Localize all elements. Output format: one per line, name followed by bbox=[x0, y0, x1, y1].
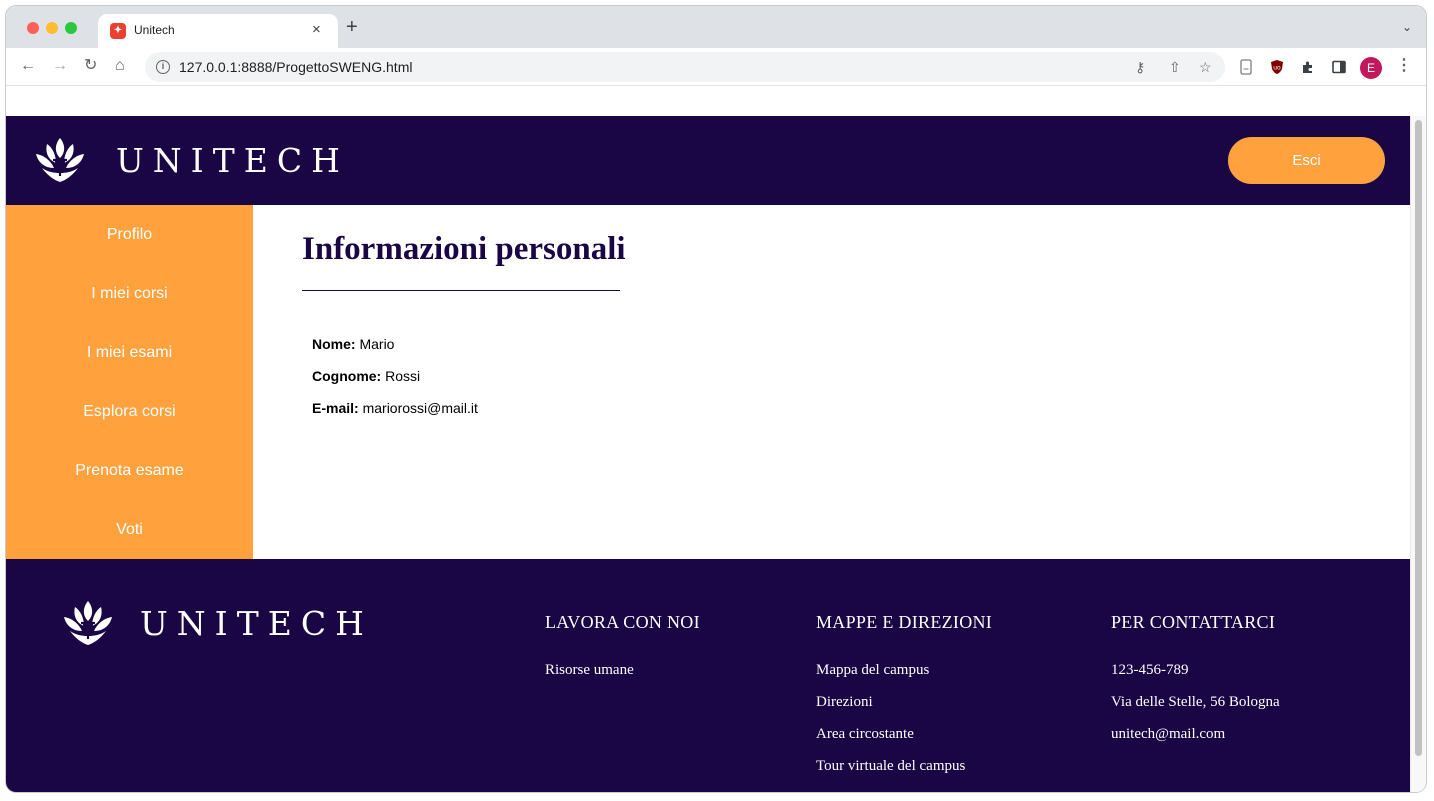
document-extension-icon[interactable] bbox=[1238, 59, 1254, 75]
field-email-label: E-mail: bbox=[312, 400, 359, 416]
site-header: UNITECH Esci bbox=[6, 116, 1410, 205]
reload-icon[interactable]: ↻ bbox=[84, 56, 97, 76]
sidebar-item-esplora-corsi[interactable]: Esplora corsi bbox=[6, 394, 253, 430]
tab-search-chevron-icon[interactable]: ⌄ bbox=[1402, 20, 1412, 34]
footer-address[interactable]: Via delle Stelle, 56 Bologna bbox=[1111, 694, 1280, 711]
field-nome-label: Nome: bbox=[312, 336, 356, 352]
sidebar-item-i-miei-esami[interactable]: I miei esami bbox=[6, 335, 253, 371]
url-text[interactable]: 127.0.0.1:8888/ProgettoSWENG.html bbox=[179, 59, 412, 75]
site-brand[interactable]: UNITECH bbox=[116, 141, 349, 180]
address-bar[interactable]: i 127.0.0.1:8888/ProgettoSWENG.html ⚷ ⇧ … bbox=[145, 52, 1225, 82]
footer-brand: UNITECH bbox=[140, 604, 373, 643]
page-scrollbar[interactable] bbox=[1410, 116, 1426, 792]
unitech-favicon-icon: ✦ bbox=[110, 23, 126, 39]
browser-window: ✦ Unitech × + ⌄ ← → ↻ ⌂ i 127.0.0.1:8888… bbox=[6, 6, 1426, 792]
footer-email[interactable]: unitech@mail.com bbox=[1111, 726, 1225, 743]
tab-close-icon[interactable]: × bbox=[312, 21, 321, 39]
field-nome: Nome: Mario bbox=[312, 336, 394, 352]
browser-tab[interactable]: ✦ Unitech × bbox=[98, 14, 338, 48]
new-tab-button[interactable]: + bbox=[346, 16, 358, 38]
footer-link-tour-virtuale[interactable]: Tour virtuale del campus bbox=[816, 758, 965, 775]
side-panel-icon[interactable] bbox=[1331, 59, 1347, 75]
field-cognome: Cognome: Rossi bbox=[312, 368, 420, 384]
footer-unitech-logo-icon bbox=[64, 601, 112, 645]
svg-text:uo: uo bbox=[1273, 65, 1281, 72]
share-icon[interactable]: ⇧ bbox=[1169, 59, 1181, 75]
footer-link-area-circostante[interactable]: Area circostante bbox=[816, 726, 914, 743]
footer-link-risorse-umane[interactable]: Risorse umane bbox=[545, 662, 634, 679]
bookmark-star-icon[interactable]: ☆ bbox=[1199, 59, 1212, 75]
browser-toolbar: ← → ↻ ⌂ i 127.0.0.1:8888/ProgettoSWENG.h… bbox=[6, 48, 1426, 86]
main-content: Informazioni personali Nome: Mario Cogno… bbox=[253, 205, 1410, 559]
field-cognome-value: Rossi bbox=[385, 368, 421, 384]
footer-phone[interactable]: 123-456-789 bbox=[1111, 662, 1189, 679]
sidebar-item-profilo[interactable]: Profilo bbox=[6, 217, 253, 253]
extensions-puzzle-icon[interactable] bbox=[1300, 59, 1316, 75]
site-info-icon[interactable]: i bbox=[156, 60, 170, 74]
logout-button[interactable]: Esci bbox=[1228, 137, 1385, 184]
footer-link-direzioni[interactable]: Direzioni bbox=[816, 694, 873, 711]
ublock-shield-icon[interactable]: uo bbox=[1269, 59, 1285, 75]
title-divider bbox=[302, 290, 620, 291]
home-icon[interactable]: ⌂ bbox=[115, 56, 125, 76]
field-email: E-mail: mariorossi@mail.it bbox=[312, 400, 478, 416]
footer-heading-lavora: LAVORA CON NOI bbox=[545, 612, 700, 632]
page-title: Informazioni personali bbox=[302, 231, 626, 267]
sidebar-item-voti[interactable]: Voti bbox=[6, 512, 253, 548]
sidebar-item-prenota-esame[interactable]: Prenota esame bbox=[6, 453, 253, 489]
browser-menu-icon[interactable]: ⋮ bbox=[1396, 56, 1412, 76]
field-email-value: mariorossi@mail.it bbox=[362, 400, 478, 416]
field-cognome-label: Cognome: bbox=[312, 368, 382, 384]
unitech-logo-icon[interactable] bbox=[34, 136, 86, 184]
close-window-button[interactable] bbox=[27, 22, 39, 34]
footer-heading-contattarci: PER CONTATTARCI bbox=[1111, 612, 1276, 632]
tab-title: Unitech bbox=[134, 23, 175, 37]
minimize-window-button[interactable] bbox=[46, 22, 58, 34]
key-icon[interactable]: ⚷ bbox=[1135, 59, 1145, 75]
scrollbar-thumb[interactable] bbox=[1415, 120, 1422, 756]
footer-link-mappa-campus[interactable]: Mappa del campus bbox=[816, 662, 929, 679]
footer-heading-mappe: MAPPE E DIREZIONI bbox=[816, 612, 993, 632]
web-page: UNITECH Esci Profilo I miei corsi I miei… bbox=[6, 116, 1410, 792]
back-arrow-icon[interactable]: ← bbox=[20, 56, 36, 76]
site-footer: UNITECH LAVORA CON NOI Risorse umane MAP… bbox=[6, 559, 1410, 792]
zoom-window-button[interactable] bbox=[65, 22, 77, 34]
tab-strip: ✦ Unitech × + ⌄ bbox=[6, 6, 1426, 48]
forward-arrow-icon[interactable]: → bbox=[52, 56, 68, 76]
field-nome-value: Mario bbox=[359, 336, 395, 352]
profile-avatar[interactable]: E bbox=[1360, 57, 1382, 79]
sidebar-nav: Profilo I miei corsi I miei esami Esplor… bbox=[6, 205, 253, 559]
sidebar-item-i-miei-corsi[interactable]: I miei corsi bbox=[6, 276, 253, 312]
